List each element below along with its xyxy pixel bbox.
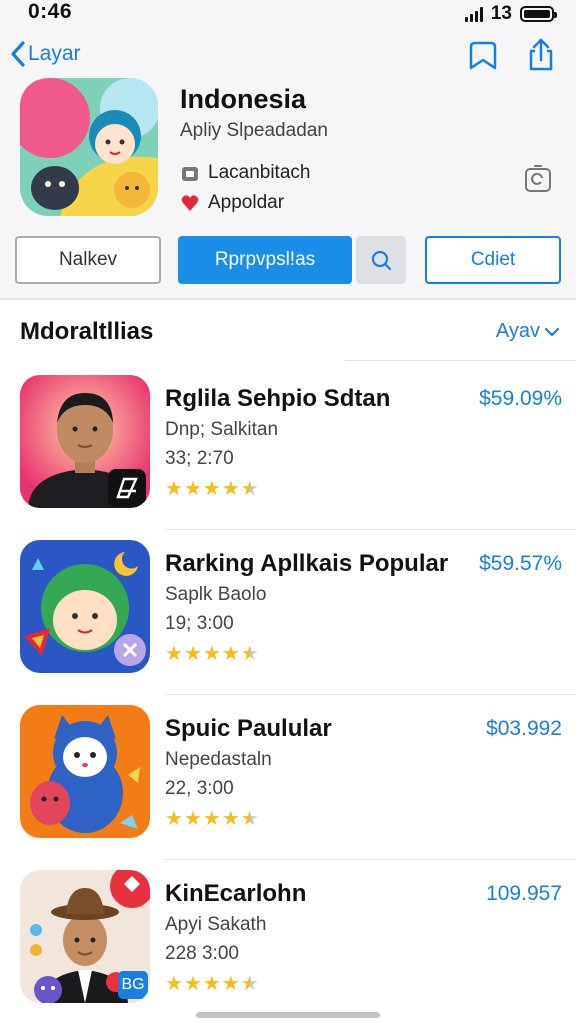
item-price[interactable]: $59.09% xyxy=(479,387,562,411)
star-icon: ★ xyxy=(165,808,183,830)
back-button[interactable]: Layar xyxy=(10,40,81,68)
star-icon: ★ xyxy=(221,808,240,830)
back-label: Layar xyxy=(28,42,81,65)
status-bar: 0:46 13 xyxy=(0,0,576,26)
list-item[interactable]: Rglila Sehpio Sdtan Dnp; Salkitan 33; 2:… xyxy=(0,365,576,530)
meta-favorite-label: Appoldar xyxy=(208,192,285,213)
meta-row-category: Lacanbitach xyxy=(180,162,310,184)
item-price[interactable]: 109.957 xyxy=(486,882,562,906)
star-icon: ★ xyxy=(240,643,259,665)
list-item[interactable]: BG KinEcarlohn Apyi Sakath 228 3:00 109.… xyxy=(0,860,576,1024)
star-icon: ★ xyxy=(221,478,240,500)
home-indicator[interactable] xyxy=(196,1012,380,1018)
item-icon-portrait xyxy=(20,375,150,508)
list-item[interactable]: Spuic Paulular Nepedastaln 22, 3:00 $03.… xyxy=(0,695,576,860)
external-share-icon[interactable] xyxy=(522,162,554,194)
rating-stars: ★ ★ ★ ★ ★ xyxy=(165,974,259,994)
star-icon: ★ xyxy=(183,478,202,500)
section-divider xyxy=(0,298,576,300)
item-icon-cat xyxy=(20,705,150,838)
item-time: 22, 3:00 xyxy=(165,778,234,799)
star-icon: ★ xyxy=(240,478,259,500)
chevron-left-icon xyxy=(11,41,25,67)
item-icon-photo: BG xyxy=(20,870,150,1003)
item-icon-cartoon xyxy=(20,540,150,673)
star-icon: ★ xyxy=(165,478,183,500)
star-icon: ★ xyxy=(183,643,202,665)
section-title: Mdoraltllias xyxy=(20,318,154,345)
item-badge-label: BG xyxy=(121,976,145,993)
category-icon xyxy=(182,167,198,181)
item-price[interactable]: $03.992 xyxy=(486,717,562,741)
star-icon: ★ xyxy=(202,643,221,665)
star-icon: ★ xyxy=(165,643,183,665)
item-badge: BG xyxy=(118,971,148,999)
edit-button[interactable]: Cdiet xyxy=(425,236,561,284)
primary-button[interactable]: Rprpvpsl!as xyxy=(178,236,352,284)
section-underline xyxy=(345,360,576,361)
item-time: 228 3:00 xyxy=(165,943,239,964)
share-icon[interactable] xyxy=(524,38,558,72)
section-see-all-link[interactable]: Ayav xyxy=(496,320,560,343)
nav-actions xyxy=(466,38,558,72)
star-icon: ★ xyxy=(240,808,259,830)
status-indicators: 13 xyxy=(464,3,557,25)
star-icon: ★ xyxy=(202,808,221,830)
heart-icon xyxy=(181,195,199,211)
star-icon: ★ xyxy=(202,478,221,500)
item-name: KinEcarlohn xyxy=(165,880,307,907)
item-developer: Dnp; Salkitan xyxy=(165,419,279,440)
item-price[interactable]: $59.57% xyxy=(479,552,562,576)
battery-icon xyxy=(520,6,557,22)
item-time: 33; 2:70 xyxy=(165,448,234,469)
rating-stars: ★ ★ ★ ★ ★ xyxy=(165,809,259,829)
star-icon: ★ xyxy=(183,973,202,995)
section-action-label: Ayav xyxy=(495,320,540,342)
item-name: Rarking Apllkais Popular xyxy=(165,550,449,577)
chevron-down-icon xyxy=(544,327,560,336)
app-icon xyxy=(20,78,158,216)
meta-row-favorite: Appoldar xyxy=(180,192,284,214)
star-icon: ★ xyxy=(240,973,259,995)
bookmark-icon[interactable] xyxy=(466,38,500,72)
item-developer: Nepedastaln xyxy=(165,749,272,770)
search-button[interactable] xyxy=(356,236,406,284)
status-network-label: 13 xyxy=(490,3,512,24)
item-time: 19; 3:00 xyxy=(165,613,234,634)
star-icon: ★ xyxy=(183,808,202,830)
star-icon: ★ xyxy=(221,973,240,995)
rating-stars: ★ ★ ★ ★ ★ xyxy=(165,479,259,499)
item-developer: Apyi Sakath xyxy=(165,914,267,935)
list-item[interactable]: Rarking Apllkais Popular Saplk Baolo 19;… xyxy=(0,530,576,695)
search-icon xyxy=(371,250,392,271)
item-name: Rglila Sehpio Sdtan xyxy=(165,385,391,412)
status-time: 0:46 xyxy=(28,0,73,23)
meta-category-label: Lacanbitach xyxy=(208,162,311,183)
rating-stars: ★ ★ ★ ★ ★ xyxy=(165,644,259,664)
star-icon: ★ xyxy=(165,973,183,995)
app-title: Indonesia xyxy=(180,84,307,114)
signal-icon xyxy=(464,6,483,22)
app-subtitle: Apliy Slpeadadan xyxy=(180,120,328,141)
star-icon: ★ xyxy=(221,643,240,665)
item-name: Spuic Paulular xyxy=(165,715,332,742)
star-icon: ★ xyxy=(202,973,221,995)
item-developer: Saplk Baolo xyxy=(165,584,267,605)
secondary-button[interactable]: Nalkev xyxy=(15,236,161,284)
